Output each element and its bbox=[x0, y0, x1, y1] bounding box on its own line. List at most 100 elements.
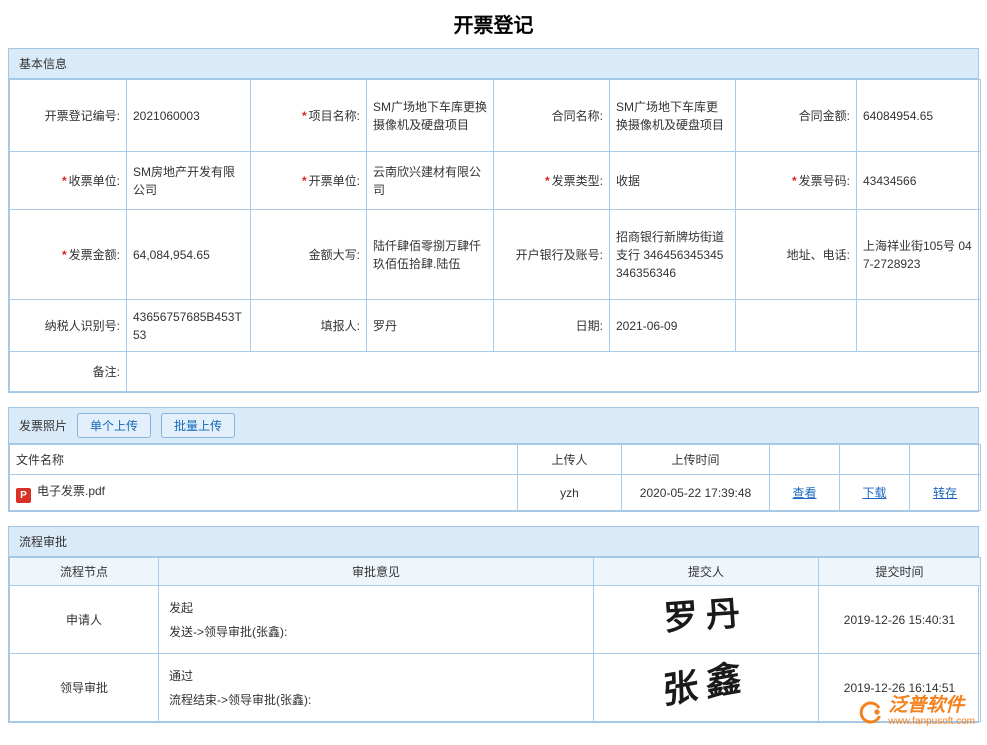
value-contract-amount: 64084954.65 bbox=[857, 80, 981, 152]
label-text: 项目名称: bbox=[309, 109, 360, 123]
value-invoice-amount: 64,084,954.65 bbox=[127, 210, 251, 300]
value-bank-account: 招商银行新牌坊街道支行 346456345345346356346 bbox=[610, 210, 736, 300]
invoice-photos-title: 发票照片 bbox=[19, 417, 67, 434]
approval-header: 流程审批 bbox=[9, 527, 978, 557]
submitter-signature: 张鑫 bbox=[662, 667, 749, 700]
required-asterisk: * bbox=[62, 174, 67, 188]
label-invoice-amount: *发票金额: bbox=[10, 210, 127, 300]
label-text: 收票单位: bbox=[69, 174, 120, 188]
label-taxpayer-id: 纳税人识别号: bbox=[10, 300, 127, 352]
basic-info-title: 基本信息 bbox=[19, 55, 67, 72]
value-amount-in-words: 陆仟肆佰零捌万肆仟玖佰伍拾肆.陆伍 bbox=[367, 210, 494, 300]
approval-opinion: 通过 流程结束->领导审批(张鑫): bbox=[159, 654, 594, 722]
approval-node: 申请人 bbox=[10, 586, 159, 654]
value-contract-name: SM广场地下车库更换摄像机及硬盘项目 bbox=[610, 80, 736, 152]
vendor-name: 泛普软件 bbox=[888, 696, 975, 716]
download-link[interactable]: 下载 bbox=[862, 486, 886, 500]
approval-title: 流程审批 bbox=[19, 533, 67, 550]
page-title: 开票登记 bbox=[0, 0, 987, 48]
label-text: 发票号码: bbox=[799, 174, 850, 188]
label-text: 日期: bbox=[576, 319, 603, 333]
opinion-line-2: 发送->领导审批(张鑫): bbox=[169, 620, 587, 644]
file-upload-time: 2020-05-22 17:39:48 bbox=[622, 475, 770, 511]
approval-opinion: 发起 发送->领导审批(张鑫): bbox=[159, 586, 594, 654]
basic-info-section: 基本信息 开票登记编号: 2021060003 *项目名称: SM广场地下车库更… bbox=[8, 48, 979, 393]
file-table: 文件名称 上传人 上传时间 P 电子发票.pdf yzh 2020-05-22 1… bbox=[9, 444, 981, 511]
vendor-url: www.fanpusoft.com bbox=[888, 716, 975, 727]
label-text: 合同金额: bbox=[799, 109, 850, 123]
label-payee-unit: *收票单位: bbox=[10, 152, 127, 210]
file-uploader: yzh bbox=[518, 475, 622, 511]
submit-time-header: 提交时间 bbox=[819, 558, 981, 586]
value-empty bbox=[857, 300, 981, 352]
transfer-link[interactable]: 转存 bbox=[933, 486, 957, 500]
approval-row: 领导审批 通过 流程结束->领导审批(张鑫): 张鑫 2019-12-26 16… bbox=[10, 654, 981, 722]
label-invoice-no: *发票号码: bbox=[736, 152, 857, 210]
approval-table: 流程节点 审批意见 提交人 提交时间 申请人 发起 发送->领导审批(张鑫): … bbox=[9, 557, 981, 722]
value-invoice-reg-no: 2021060003 bbox=[127, 80, 251, 152]
label-contract-name: 合同名称: bbox=[494, 80, 610, 152]
label-billing-unit: *开票单位: bbox=[251, 152, 367, 210]
required-asterisk: * bbox=[62, 248, 67, 262]
basic-info-table: 开票登记编号: 2021060003 *项目名称: SM广场地下车库更换摄像机及… bbox=[9, 79, 981, 392]
value-address-phone: 上海祥业街105号 047-2728923 bbox=[857, 210, 981, 300]
opinion-line-1: 通过 bbox=[169, 664, 587, 688]
label-invoice-type: *发票类型: bbox=[494, 152, 610, 210]
action-header-3 bbox=[910, 445, 981, 475]
view-link[interactable]: 查看 bbox=[792, 486, 816, 500]
label-text: 开户银行及账号: bbox=[516, 248, 603, 262]
value-taxpayer-id: 43656757685B453T53 bbox=[127, 300, 251, 352]
action-header-1 bbox=[770, 445, 840, 475]
label-text: 合同名称: bbox=[552, 109, 603, 123]
upload-time-header: 上传时间 bbox=[622, 445, 770, 475]
label-bank-account: 开户银行及账号: bbox=[494, 210, 610, 300]
vendor-watermark: 泛普软件 www.fanpusoft.com bbox=[857, 696, 975, 727]
label-remark: 备注: bbox=[10, 352, 127, 392]
uploader-header: 上传人 bbox=[518, 445, 622, 475]
required-asterisk: * bbox=[302, 174, 307, 188]
label-text: 金额大写: bbox=[309, 248, 360, 262]
label-address-phone: 地址、电话: bbox=[736, 210, 857, 300]
single-upload-button[interactable]: 单个上传 bbox=[77, 413, 151, 438]
pdf-file-icon: P bbox=[16, 488, 31, 503]
label-date: 日期: bbox=[494, 300, 610, 352]
value-filler: 罗丹 bbox=[367, 300, 494, 352]
value-project-name: SM广场地下车库更换摄像机及硬盘项目 bbox=[367, 80, 494, 152]
invoice-photos-header: 发票照片 单个上传 批量上传 bbox=[9, 408, 978, 444]
label-project-name: *项目名称: bbox=[251, 80, 367, 152]
invoice-photos-section: 发票照片 单个上传 批量上传 文件名称 上传人 上传时间 P 电子发票.pdf y… bbox=[8, 407, 979, 512]
value-payee-unit: SM房地产开发有限公司 bbox=[127, 152, 251, 210]
file-name: 电子发票.pdf bbox=[37, 484, 105, 498]
approval-section: 流程审批 流程节点 审批意见 提交人 提交时间 申请人 发起 发送->领导审批(… bbox=[8, 526, 979, 723]
label-text: 开票单位: bbox=[309, 174, 360, 188]
label-text: 纳税人识别号: bbox=[45, 319, 120, 333]
label-text: 填报人: bbox=[321, 319, 360, 333]
label-invoice-reg-no: 开票登记编号: bbox=[10, 80, 127, 152]
label-empty bbox=[736, 300, 857, 352]
submit-time: 2019-12-26 15:40:31 bbox=[819, 586, 981, 654]
required-asterisk: * bbox=[792, 174, 797, 188]
label-text: 地址、电话: bbox=[787, 248, 850, 262]
approval-node: 领导审批 bbox=[10, 654, 159, 722]
fanpu-logo-icon bbox=[857, 699, 883, 725]
file-name-cell: P 电子发票.pdf bbox=[10, 475, 518, 511]
label-text: 发票金额: bbox=[69, 248, 120, 262]
label-amount-in-words: 金额大写: bbox=[251, 210, 367, 300]
file-row: P电子发票.pdf yzh 2020-05-22 17:39:48 查看 下载 … bbox=[10, 475, 981, 511]
submitter-header: 提交人 bbox=[594, 558, 819, 586]
basic-info-header: 基本信息 bbox=[9, 49, 978, 79]
value-billing-unit: 云南欣兴建材有限公司 bbox=[367, 152, 494, 210]
value-remark bbox=[127, 352, 981, 392]
opinion-line-1: 发起 bbox=[169, 596, 587, 620]
action-header-2 bbox=[840, 445, 910, 475]
file-name-header: 文件名称 bbox=[10, 445, 518, 475]
label-contract-amount: 合同金额: bbox=[736, 80, 857, 152]
required-asterisk: * bbox=[302, 109, 307, 123]
approval-row: 申请人 发起 发送->领导审批(张鑫): 罗丹 2019-12-26 15:40… bbox=[10, 586, 981, 654]
value-date: 2021-06-09 bbox=[610, 300, 736, 352]
label-text: 备注: bbox=[93, 365, 120, 379]
label-filler: 填报人: bbox=[251, 300, 367, 352]
value-invoice-type: 收据 bbox=[610, 152, 736, 210]
node-header: 流程节点 bbox=[10, 558, 159, 586]
batch-upload-button[interactable]: 批量上传 bbox=[161, 413, 235, 438]
